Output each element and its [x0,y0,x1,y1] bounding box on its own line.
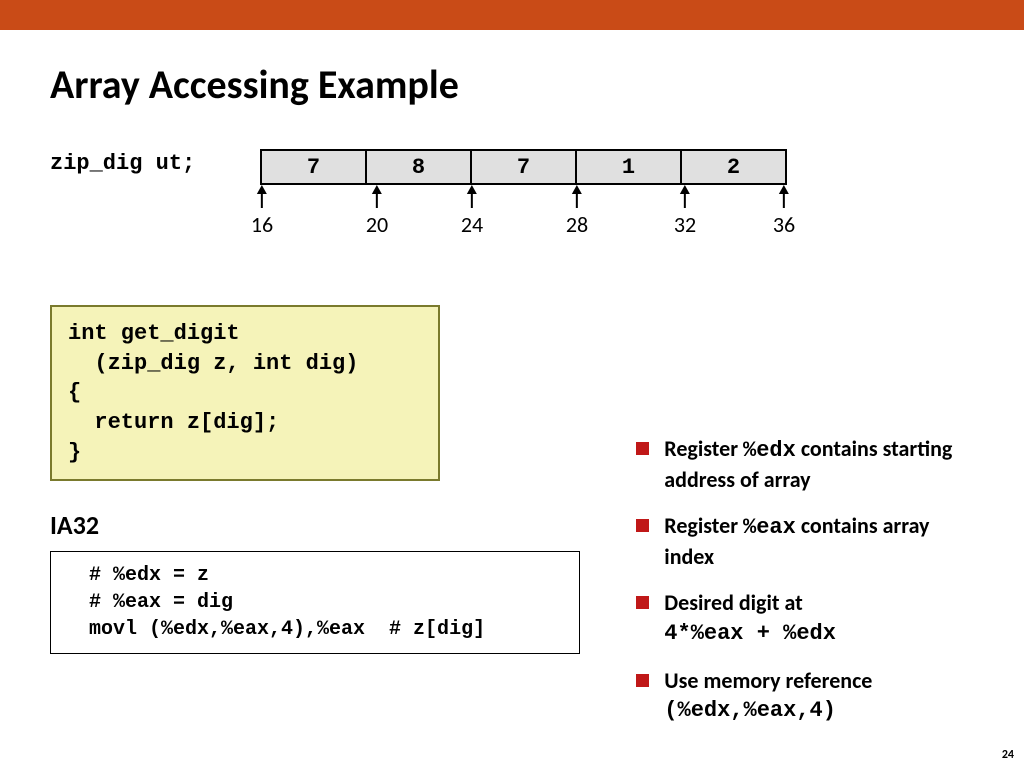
slide-content: Array Accessing Example zip_dig ut; 7 8 … [0,30,1024,744]
asm-code-box: # %edx = z # %eax = dig movl (%edx,%eax,… [50,551,580,654]
bullet-item: Use memory reference (%edx,%eax,4) [636,667,974,726]
array-declaration: zip_dig ut; [50,149,260,176]
address-ticks: 16 20 24 28 32 36 [260,185,787,245]
address-tick: 24 [461,185,483,238]
right-column: Register %edx contains starting address … [596,305,974,744]
array-cells: 7 8 7 1 2 [260,149,787,185]
lower-section: int get_digit (zip_dig z, int dig) { ret… [50,305,974,744]
page-number: 24 [1002,748,1014,762]
bullet-list: Register %edx contains starting address … [636,435,974,726]
slide-title: Array Accessing Example [50,60,974,109]
array-visual: 7 8 7 1 2 16 20 24 28 32 36 [260,149,787,245]
address-tick: 32 [674,185,696,238]
array-diagram: zip_dig ut; 7 8 7 1 2 16 20 24 28 32 36 [50,149,974,245]
bullet-item: Register %eax contains array index [636,512,974,571]
array-cell: 1 [576,150,681,184]
address-tick: 28 [566,185,588,238]
c-code-box: int get_digit (zip_dig z, int dig) { ret… [50,305,440,481]
ia32-heading: IA32 [50,509,596,541]
address-tick: 36 [773,185,795,238]
array-cell: 2 [681,150,786,184]
accent-bar [0,0,1024,30]
bullet-item: Register %edx contains starting address … [636,435,974,494]
array-cell: 7 [261,150,366,184]
address-tick: 16 [251,185,273,238]
array-cell: 8 [366,150,471,184]
address-tick: 20 [366,185,388,238]
array-cell: 7 [471,150,576,184]
bullet-item: Desired digit at 4*%eax + %edx [636,589,974,648]
left-column: int get_digit (zip_dig z, int dig) { ret… [50,305,596,744]
